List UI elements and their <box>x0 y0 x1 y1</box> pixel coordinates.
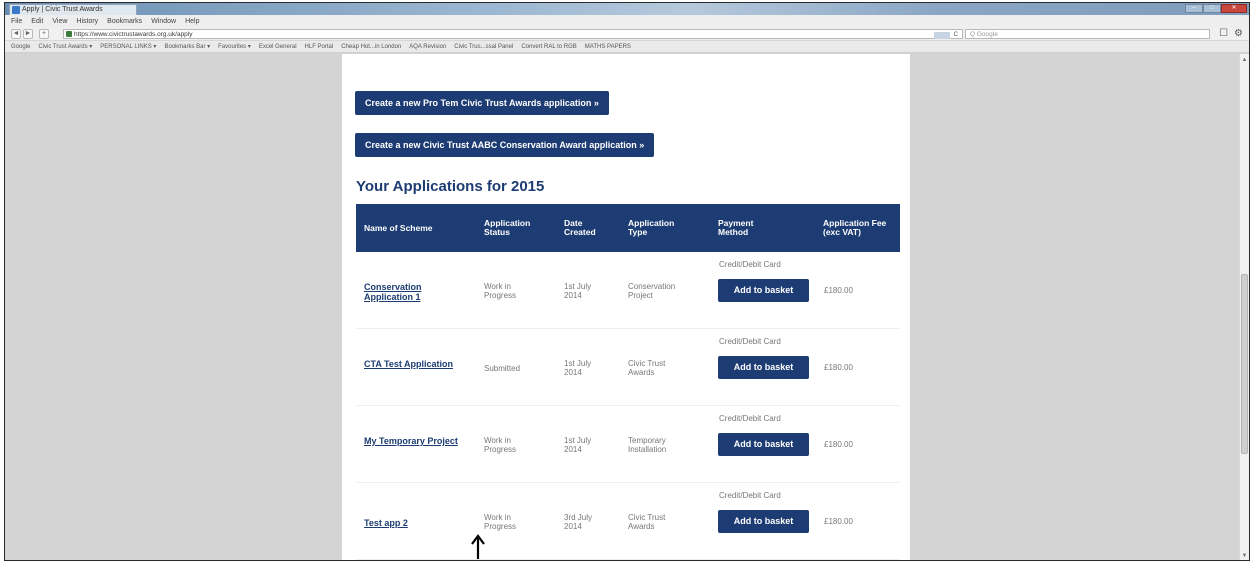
tab-title: Apply | Civic Trust Awards <box>22 6 103 13</box>
date-cell: 3rd July 2014 <box>564 513 593 531</box>
toolbar-right: ☐ ⚙ <box>1219 28 1243 39</box>
col-date: Date Created <box>564 218 596 237</box>
table-row: My Temporary Project Work in Progress 1s… <box>356 406 900 483</box>
url-text: https://www.civictrustawards.org.uk/appl… <box>74 31 193 38</box>
scroll-up-icon[interactable]: ▲ <box>1241 56 1248 64</box>
window-controls: – □ ✕ <box>1185 4 1247 13</box>
bookmark-item[interactable]: HLF Portal <box>305 44 334 50</box>
date-cell: 1st July 2014 <box>564 359 592 377</box>
fee-cell: £180.00 <box>824 286 853 295</box>
browser-tab[interactable]: Apply | Civic Trust Awards <box>9 4 137 15</box>
new-tab-button[interactable]: + <box>39 29 49 39</box>
lock-icon <box>66 31 72 37</box>
bookmark-item[interactable]: Favourites ▾ <box>218 43 251 50</box>
col-payment: Payment Method <box>718 218 754 237</box>
create-aabc-button[interactable]: Create a new Civic Trust AABC Conservati… <box>355 133 655 157</box>
bookmark-item[interactable]: Civic Trust Awards ▾ <box>38 43 92 50</box>
bookmark-item[interactable]: Excel General <box>259 44 297 50</box>
scheme-link[interactable]: My Temporary Project <box>364 436 464 446</box>
address-bar[interactable]: https://www.civictrustawards.org.uk/appl… <box>63 29 963 39</box>
menu-bookmarks[interactable]: Bookmarks <box>107 18 142 25</box>
status-cell: Work in Progress <box>484 513 517 531</box>
scroll-down-icon[interactable]: ▼ <box>1241 552 1248 560</box>
type-cell: Civic Trust Awards <box>628 513 666 531</box>
table-row: Test app 2 Work in Progress 3rd July 201… <box>356 483 900 560</box>
address-bar-actions: C <box>933 31 958 40</box>
scheme-link[interactable]: Test app 2 <box>364 518 464 528</box>
add-to-basket-button[interactable]: Add to basket <box>718 510 809 533</box>
status-cell: Work in Progress <box>484 436 517 454</box>
page-icon[interactable]: ☐ <box>1219 28 1228 39</box>
payment-method: Credit/Debit Card <box>719 260 781 269</box>
menu-bar: File Edit View History Bookmarks Window … <box>5 15 1249 27</box>
maximize-button[interactable]: □ <box>1203 4 1221 13</box>
menu-help[interactable]: Help <box>185 18 199 25</box>
date-cell: 1st July 2014 <box>564 282 592 300</box>
search-placeholder: Google <box>976 31 998 38</box>
scroll-thumb[interactable] <box>1241 274 1248 454</box>
bookmark-item[interactable]: Cheap Hot...in London <box>341 44 401 50</box>
close-button[interactable]: ✕ <box>1221 4 1247 13</box>
type-cell: Civic Trust Awards <box>628 359 666 377</box>
annotation-arrow-icon <box>471 534 485 559</box>
fee-cell: £180.00 <box>824 517 853 526</box>
payment-method: Credit/Debit Card <box>719 337 781 346</box>
scheme-link[interactable]: CTA Test Application <box>364 359 464 369</box>
type-cell: Conservation Project <box>628 282 676 300</box>
bookmark-item[interactable]: Google <box>11 44 30 50</box>
add-to-basket-button[interactable]: Add to basket <box>718 356 809 379</box>
bookmark-item[interactable]: PERSONAL LINKS ▾ <box>100 43 156 50</box>
col-status: Application Status <box>484 218 531 237</box>
menu-history[interactable]: History <box>76 18 98 25</box>
add-to-basket-button[interactable]: Add to basket <box>718 279 809 302</box>
title-bar: Apply | Civic Trust Awards – □ ✕ <box>5 3 1249 15</box>
minimize-button[interactable]: – <box>1185 4 1203 13</box>
date-cell: 1st July 2014 <box>564 436 592 454</box>
table-header: Name of Scheme Application Status Date C… <box>356 204 900 252</box>
bookmark-item[interactable]: AQA Revision <box>409 44 446 50</box>
fee-cell: £180.00 <box>824 440 853 449</box>
menu-file[interactable]: File <box>11 18 22 25</box>
menu-view[interactable]: View <box>52 18 67 25</box>
bookmark-item[interactable]: MATHS PAPERS <box>585 44 631 50</box>
table-row: Conservation Application 1 Work in Progr… <box>356 252 900 329</box>
applications-table: Name of Scheme Application Status Date C… <box>356 204 900 560</box>
zoom-chip <box>933 32 950 39</box>
page-viewport: Create a new Pro Tem Civic Trust Awards … <box>5 54 1241 560</box>
col-type: Application Type <box>628 218 675 237</box>
navigation-bar: ◄ ► + https://www.civictrustawards.org.u… <box>5 27 1249 41</box>
search-input[interactable]: Q Google <box>965 29 1210 39</box>
col-fee: Application Fee (exc VAT) <box>823 218 887 237</box>
payment-method: Credit/Debit Card <box>719 491 781 500</box>
menu-window[interactable]: Window <box>151 18 176 25</box>
menu-edit[interactable]: Edit <box>31 18 43 25</box>
forward-button[interactable]: ► <box>23 29 33 39</box>
back-button[interactable]: ◄ <box>11 29 21 39</box>
bookmark-item[interactable]: Bookmarks Bar ▾ <box>164 43 210 50</box>
status-cell: Submitted <box>484 364 521 373</box>
content-panel: Create a new Pro Tem Civic Trust Awards … <box>342 54 910 560</box>
status-cell: Work in Progress <box>484 282 517 300</box>
reload-icon[interactable]: C <box>954 31 958 40</box>
table-row: CTA Test Application Submitted 1st July … <box>356 329 900 406</box>
applications-heading: Your Applications for 2015 <box>356 178 545 195</box>
favicon-icon <box>12 6 20 14</box>
payment-method: Credit/Debit Card <box>719 414 781 423</box>
add-to-basket-button[interactable]: Add to basket <box>718 433 809 456</box>
bookmark-item[interactable]: Convert RAL to RGB <box>521 44 576 50</box>
fee-cell: £180.00 <box>824 363 853 372</box>
search-icon: Q <box>970 31 976 38</box>
bookmarks-bar: Google Civic Trust Awards ▾ PERSONAL LIN… <box>5 41 1249 53</box>
create-pro-tem-button[interactable]: Create a new Pro Tem Civic Trust Awards … <box>355 91 609 115</box>
bookmark-item[interactable]: Civic Trus...ssal Panel <box>454 44 513 50</box>
gear-icon[interactable]: ⚙ <box>1234 28 1243 39</box>
type-cell: Temporary Installation <box>628 436 667 454</box>
scheme-link[interactable]: Conservation Application 1 <box>364 282 464 302</box>
vertical-scrollbar[interactable]: ▲ ▼ <box>1239 54 1249 560</box>
col-name: Name of Scheme <box>364 222 433 233</box>
browser-window: Apply | Civic Trust Awards – □ ✕ File Ed… <box>4 2 1250 561</box>
